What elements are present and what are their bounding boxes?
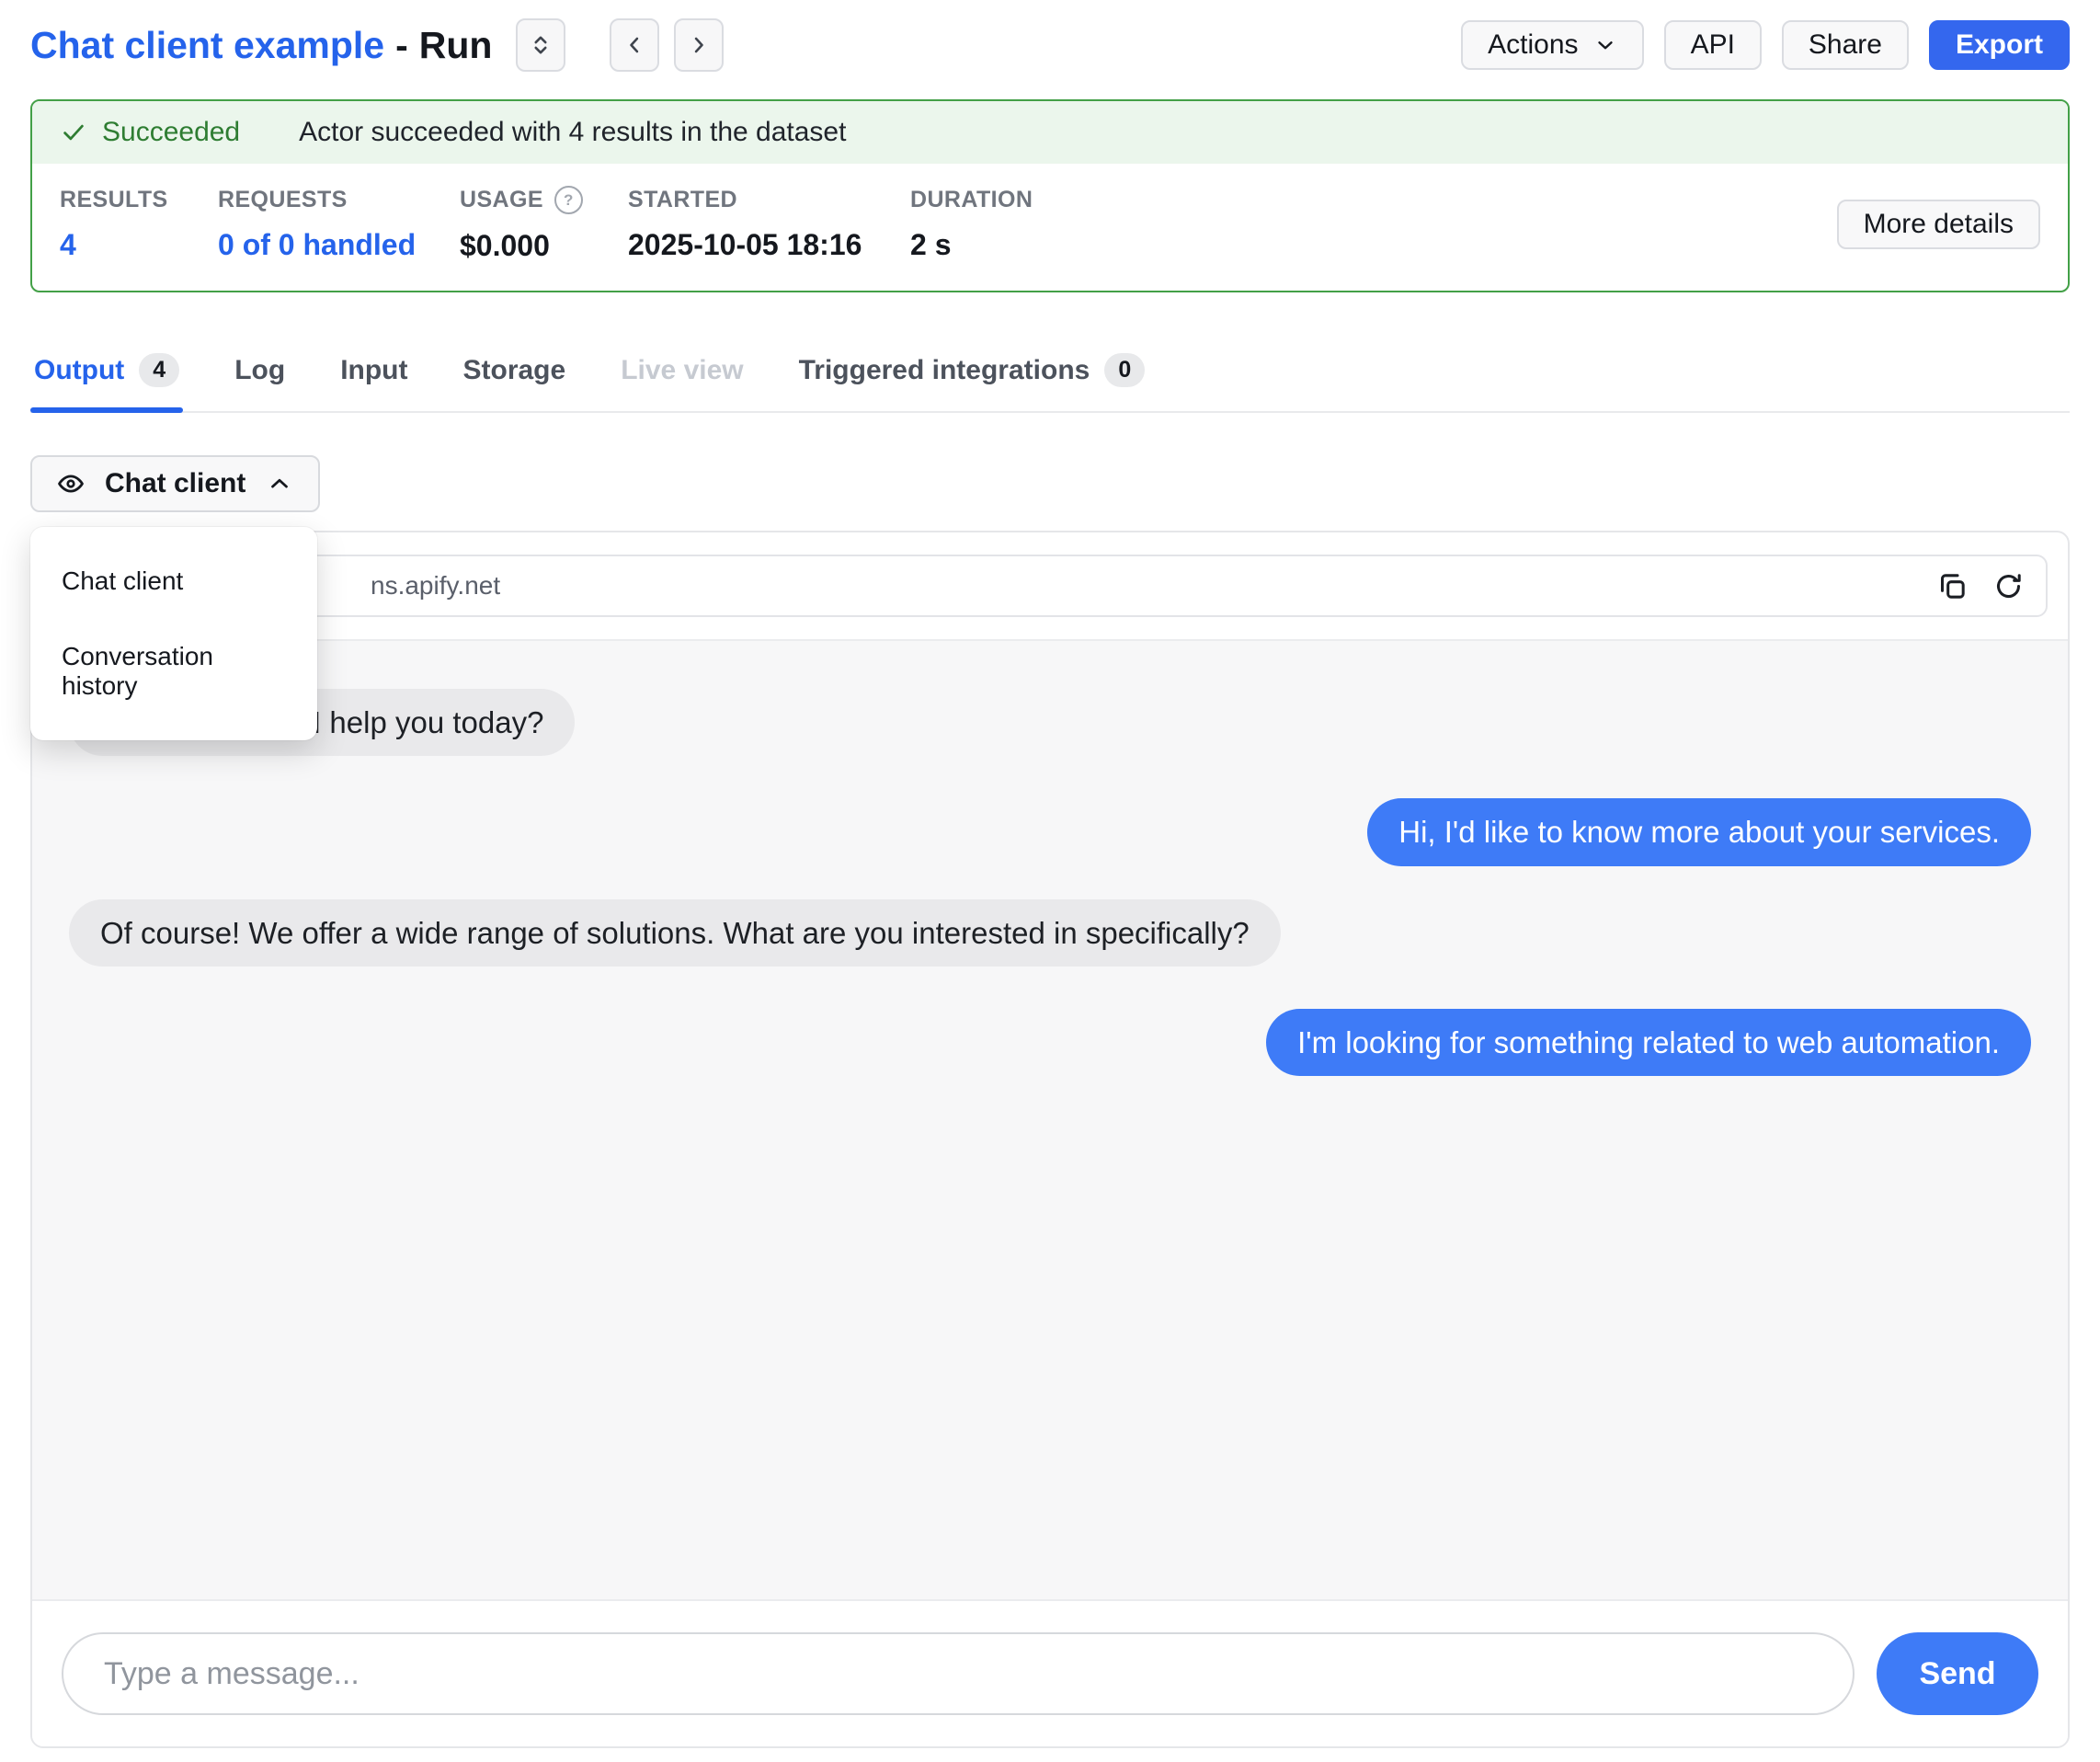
status-message: Actor succeeded with 4 results in the da… [299, 117, 846, 148]
results-label: RESULTS [60, 187, 218, 213]
tab-input[interactable]: Input [337, 342, 411, 411]
view-selector-label: Chat client [105, 468, 245, 499]
tab-storage-label: Storage [463, 355, 566, 386]
chat-composer: Send [32, 1599, 2068, 1746]
view-selector-button[interactable]: Chat client [30, 455, 320, 512]
stat-usage: USAGE ? $0.000 [460, 186, 628, 263]
menu-item-chat-client[interactable]: Chat client [30, 543, 317, 619]
page-content: Chat client example - Run Actio [0, 0, 2100, 1748]
chat-message-user: I'm looking for something related to web… [1266, 1009, 2031, 1076]
output-view-selector: Chat client Chat client Conversation his… [30, 455, 320, 512]
message-input[interactable] [62, 1632, 1855, 1715]
stat-started: STARTED 2025-10-05 18:16 [628, 187, 910, 262]
previous-run-button[interactable] [610, 18, 659, 72]
chevron-right-icon [686, 32, 712, 58]
tab-input-label: Input [340, 355, 407, 386]
stat-duration: DURATION 2 s [910, 187, 1033, 262]
usage-value: $0.000 [460, 229, 628, 263]
iframe-toolbar [1937, 571, 2024, 601]
copy-icon[interactable] [1937, 571, 1968, 601]
api-button-label: API [1691, 29, 1735, 61]
run-selector-stepper[interactable] [516, 18, 565, 72]
more-details-label: More details [1864, 209, 2014, 240]
chevron-up-icon [266, 470, 293, 498]
tab-triggered-integrations[interactable]: Triggered integrations 0 [795, 342, 1149, 411]
run-status-card: Succeeded Actor succeeded with 4 results… [30, 99, 2070, 292]
actor-title-link[interactable]: Chat client example [30, 24, 384, 67]
menu-item-conversation-history[interactable]: Conversation history [30, 619, 317, 724]
tab-live-view: Live view [617, 342, 747, 411]
send-button[interactable]: Send [1877, 1632, 2038, 1715]
requests-label: REQUESTS [218, 187, 460, 213]
chevron-left-icon [622, 32, 647, 58]
actions-button[interactable]: Actions [1461, 20, 1643, 70]
stat-results: RESULTS 4 [60, 187, 218, 262]
eye-icon [57, 470, 85, 498]
duration-label: DURATION [910, 187, 1033, 213]
tab-output-badge: 4 [139, 353, 179, 387]
export-button-label: Export [1956, 29, 2043, 61]
tab-output[interactable]: Output 4 [30, 342, 183, 411]
tab-triggered-integrations-label: Triggered integrations [799, 355, 1090, 386]
run-detail-page: Chat client example - Run Actio [0, 0, 2100, 1762]
tab-log-label: Log [234, 355, 285, 386]
up-down-chevrons-icon [528, 32, 554, 58]
tab-live-view-label: Live view [621, 355, 743, 386]
iframe-url-bar: ns.apify.net [52, 555, 2048, 617]
share-button[interactable]: Share [1782, 20, 1909, 70]
usage-label: USAGE ? [460, 186, 628, 214]
tab-log[interactable]: Log [231, 342, 289, 411]
next-run-button[interactable] [674, 18, 724, 72]
view-selector-menu: Chat client Conversation history [30, 527, 317, 740]
header-actions: Actions API Share Export [1461, 20, 2070, 70]
run-tabs: Output 4 Log Input Storage Live view Tri… [30, 342, 2070, 413]
stat-requests: REQUESTS 0 of 0 handled [218, 187, 460, 262]
duration-value: 2 s [910, 228, 1033, 262]
page-title: Run [419, 24, 493, 67]
chat-client-card: ns.apify.net Hello! How can I help you t… [30, 531, 2070, 1748]
refresh-icon[interactable] [1993, 571, 2024, 601]
run-stats-row: RESULTS 4 REQUESTS 0 of 0 handled USAGE … [32, 164, 2068, 291]
started-label: STARTED [628, 187, 910, 213]
title-separator: - [395, 24, 408, 67]
export-button[interactable]: Export [1929, 20, 2070, 70]
results-value-link[interactable]: 4 [60, 228, 218, 262]
help-circle-icon[interactable]: ? [554, 186, 583, 214]
requests-value-link[interactable]: 0 of 0 handled [218, 228, 460, 262]
check-icon [60, 119, 87, 146]
status-banner: Succeeded Actor succeeded with 4 results… [32, 101, 2068, 164]
tab-storage[interactable]: Storage [460, 342, 570, 411]
chevron-down-icon [1593, 33, 1617, 57]
status-badge: Succeeded [102, 117, 240, 148]
page-header: Chat client example - Run Actio [30, 0, 2070, 75]
usage-label-text: USAGE [460, 187, 543, 213]
tab-triggered-integrations-badge: 0 [1104, 353, 1145, 387]
iframe-header: ns.apify.net [32, 532, 2068, 639]
chat-message-user: Hi, I'd like to know more about your ser… [1367, 798, 2031, 865]
share-button-label: Share [1809, 29, 1882, 61]
tab-output-label: Output [34, 355, 124, 386]
started-value: 2025-10-05 18:16 [628, 228, 910, 262]
more-details-button[interactable]: More details [1837, 200, 2040, 249]
chat-message-bot: Of course! We offer a wide range of solu… [69, 899, 1281, 967]
api-button[interactable]: API [1664, 20, 1762, 70]
chat-message-list: Hello! How can I help you today? Hi, I'd… [32, 639, 2068, 1599]
actions-button-label: Actions [1488, 29, 1578, 61]
